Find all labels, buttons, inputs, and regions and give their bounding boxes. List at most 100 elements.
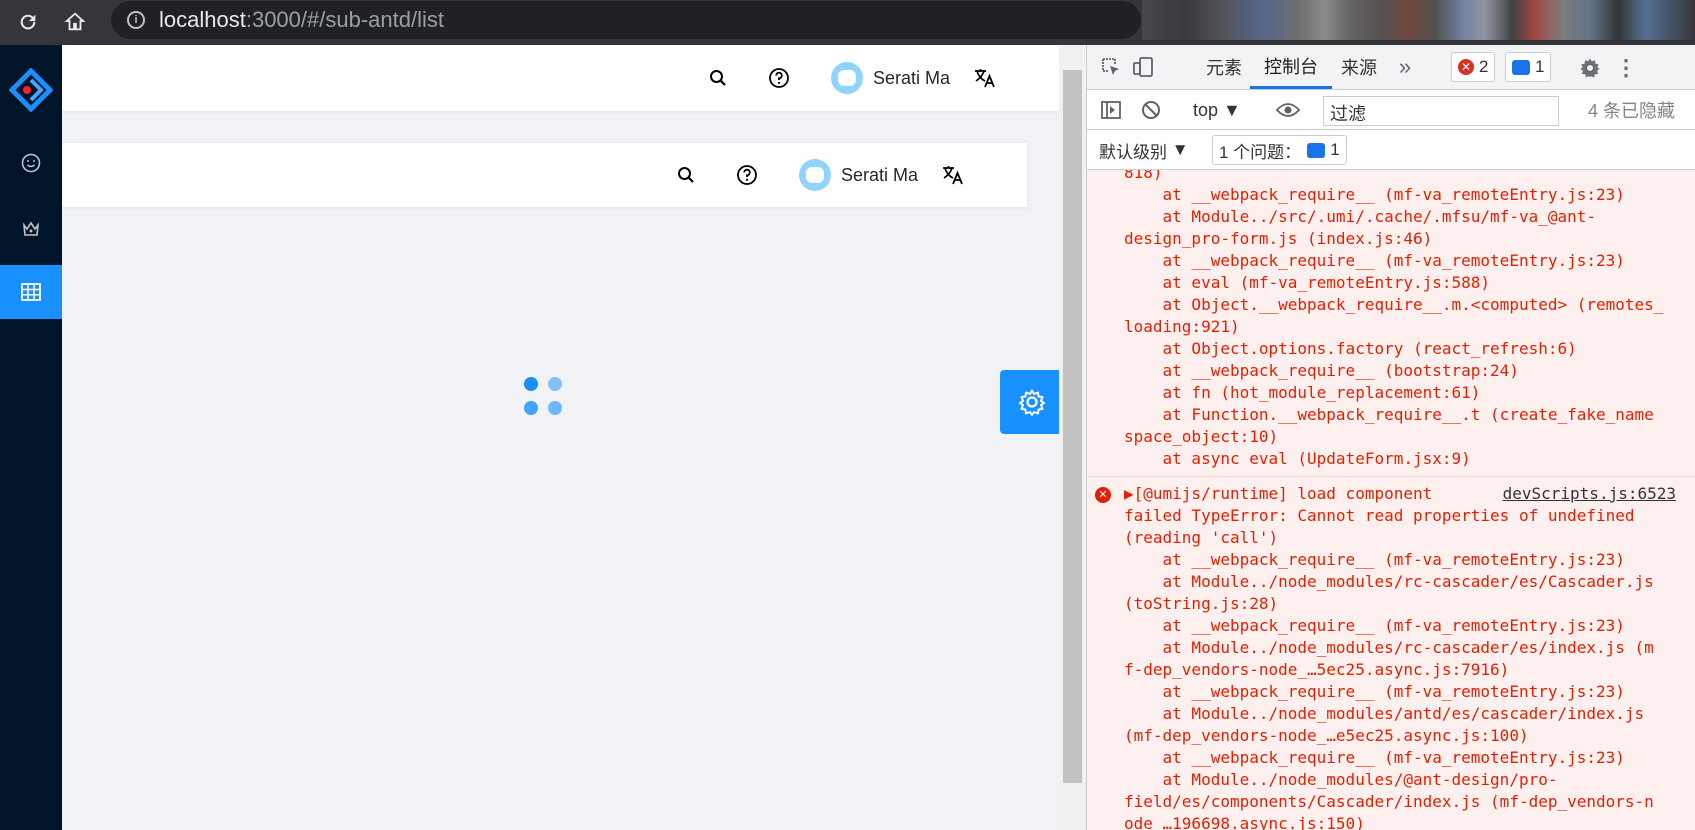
- console-toolbar: top ▼ 过滤 4 条已隐藏: [1087, 90, 1695, 130]
- console-line: 818): [1124, 170, 1163, 182]
- console-line: at __webpack_require__ (mf-va_remoteEntr…: [1124, 185, 1625, 204]
- site-info-icon[interactable]: i: [127, 11, 145, 29]
- header-user-menu[interactable]: Serati Ma: [831, 45, 950, 111]
- message-count: 1: [1535, 57, 1545, 76]
- console-line: at Object.__webpack_require__.m.<compute…: [1124, 295, 1664, 314]
- settings-drawer-button[interactable]: [1000, 370, 1064, 434]
- console-line: at Module../node_modules/@ant-design/pro…: [1124, 770, 1558, 789]
- avatar: [799, 159, 831, 191]
- header-translate-icon[interactable]: [973, 45, 997, 111]
- header-username: Serati Ma: [873, 67, 951, 88]
- tab-console[interactable]: 控制台: [1250, 45, 1332, 89]
- error-icon: ✕: [1095, 487, 1111, 503]
- console-error-2: ✕ devScripts.js:6523 ▶[@umijs/runtime] l…: [1087, 477, 1695, 830]
- devtools-settings-icon[interactable]: [1577, 55, 1603, 81]
- context-value: top: [1193, 99, 1219, 120]
- tab-sources[interactable]: 来源: [1327, 45, 1391, 89]
- console-line: at __webpack_require__ (bootstrap:24): [1124, 361, 1519, 380]
- header-question-icon[interactable]: [768, 45, 790, 111]
- inner-user-menu[interactable]: Serati Ma: [799, 143, 918, 207]
- console-line: at eval (mf-va_remoteEntry.js:588): [1124, 273, 1491, 292]
- console-line: at Module../node_modules/rc-cascader/es/…: [1124, 572, 1654, 591]
- clear-console-icon[interactable]: [1139, 98, 1163, 122]
- message-count-badge[interactable]: 1: [1505, 52, 1552, 82]
- console-line: loading:921): [1124, 317, 1240, 336]
- inspect-element-icon[interactable]: [1099, 55, 1123, 79]
- error-source-link[interactable]: devScripts.js:6523: [1503, 483, 1676, 505]
- console-line: (mf-dep_vendors-node_…e5ec25.async.js:10…: [1124, 726, 1529, 745]
- filter-input[interactable]: 过滤: [1323, 96, 1559, 126]
- device-toolbar-icon[interactable]: [1131, 55, 1155, 79]
- console-line: at __webpack_require__ (mf-va_remoteEntr…: [1124, 616, 1625, 635]
- url-path: :3000/#/sub-antd/list: [245, 7, 444, 32]
- console-line: space_object:10): [1124, 427, 1279, 446]
- global-header: Serati Ma: [62, 45, 1059, 111]
- inner-translate-icon[interactable]: [941, 143, 965, 207]
- app-content: Serati Ma Serati Ma: [62, 45, 1059, 830]
- address-bar[interactable]: i localhost:3000/#/sub-antd/list: [111, 1, 1141, 39]
- console-line: f-dep_vendors-node_…5ec25.async.js:7916): [1124, 660, 1510, 679]
- sidebar-item-list[interactable]: [0, 265, 62, 319]
- console-line: at async eval (UpdateForm.jsx:9): [1124, 449, 1471, 468]
- header-search-icon[interactable]: [708, 45, 728, 111]
- console-line: (toString.js:28): [1124, 594, 1279, 613]
- console-line: at __webpack_require__ (mf-va_remoteEntr…: [1124, 682, 1625, 701]
- devtools-panel: 元素 控制台 来源 » ✕ 2 1 ⋮ top ▼ 过滤 4 条已隐藏 默认级别…: [1086, 45, 1695, 830]
- context-selector[interactable]: top ▼: [1193, 98, 1241, 122]
- console-line: field/es/components/Cascader/index.js (m…: [1124, 792, 1654, 811]
- issues-count: 1: [1330, 140, 1340, 159]
- gear-icon: [1019, 389, 1045, 416]
- customize-menu-icon[interactable]: ⋮: [1615, 55, 1637, 81]
- live-expression-eye-icon[interactable]: [1275, 98, 1301, 122]
- app-sidebar: [0, 45, 62, 830]
- log-level-selector[interactable]: 默认级别 ▼: [1099, 138, 1189, 162]
- loading-spinner: [524, 377, 568, 421]
- error-count-badge[interactable]: ✕ 2: [1451, 52, 1496, 82]
- smile-icon: [21, 153, 41, 173]
- console-line: ode_…196698.async.js:150): [1124, 814, 1365, 830]
- console-output: 818) at __webpack_require__ (mf-va_remot…: [1087, 170, 1695, 830]
- message-icon: [1512, 59, 1530, 75]
- scrollbar-thumb[interactable]: [1063, 70, 1082, 783]
- error-count: 2: [1479, 57, 1489, 76]
- more-tabs-icon[interactable]: »: [1393, 54, 1417, 79]
- console-line: at Module../src/.umi/.cache/.mfsu/mf-va_…: [1124, 207, 1597, 226]
- home-icon[interactable]: [59, 6, 91, 38]
- console-error-1: 818) at __webpack_require__ (mf-va_remot…: [1087, 170, 1695, 477]
- reload-icon[interactable]: [12, 6, 44, 38]
- issues-label: 1 个问题：: [1219, 142, 1302, 162]
- issues-badge[interactable]: 1 个问题： 1: [1212, 135, 1347, 165]
- url-text: localhost:3000/#/sub-antd/list: [159, 7, 444, 33]
- log-level-value: 默认级别: [1099, 142, 1167, 162]
- page-scrollbar[interactable]: [1059, 45, 1086, 830]
- console-line: design_pro-form.js (index.js:46): [1124, 229, 1433, 248]
- console-line: (reading 'call'): [1124, 528, 1279, 547]
- hidden-count: 4 条已隐藏: [1588, 101, 1676, 121]
- console-line: at Module../node_modules/antd/es/cascade…: [1124, 704, 1645, 723]
- sidebar-item-admin[interactable]: [0, 202, 62, 256]
- console-line: at Function.__webpack_require__.t (creat…: [1124, 405, 1654, 424]
- inner-header: Serati Ma: [62, 143, 1027, 207]
- extension-icons[interactable]: [1142, 0, 1695, 40]
- inner-question-icon[interactable]: [736, 143, 758, 207]
- inner-search-icon[interactable]: [676, 143, 696, 207]
- error-icon: ✕: [1458, 59, 1474, 75]
- crown-icon: [22, 221, 40, 236]
- app-logo[interactable]: [0, 45, 62, 135]
- console-line: at Module../node_modules/rc-cascader/es/…: [1124, 638, 1654, 657]
- console-line: at __webpack_require__ (mf-va_remoteEntr…: [1124, 748, 1625, 767]
- console-line: at __webpack_require__ (mf-va_remoteEntr…: [1124, 251, 1625, 270]
- issues-icon: [1307, 142, 1326, 158]
- console-line: at fn (hot_module_replacement:61): [1124, 383, 1481, 402]
- inner-username: Serati Ma: [841, 164, 919, 185]
- browser-toolbar: i localhost:3000/#/sub-antd/list: [0, 0, 1695, 45]
- tab-elements[interactable]: 元素: [1192, 45, 1256, 89]
- table-icon: [21, 283, 41, 301]
- avatar: [831, 62, 863, 94]
- console-toolbar-levels: 默认级别 ▼ 1 个问题： 1: [1087, 130, 1695, 170]
- devtools-tabbar: 元素 控制台 来源 » ✕ 2 1 ⋮: [1087, 45, 1695, 90]
- url-host: localhost: [159, 7, 246, 32]
- console-line: failed TypeError: Cannot read properties…: [1124, 506, 1635, 525]
- sidebar-toggle-icon[interactable]: [1099, 98, 1123, 122]
- sidebar-item-welcome[interactable]: [0, 136, 62, 190]
